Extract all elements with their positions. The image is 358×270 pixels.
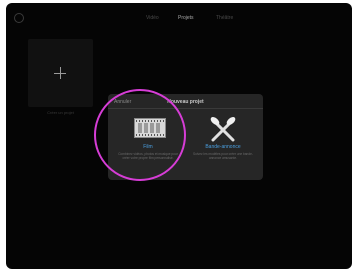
new-project-dialog: Annuler Nouveau projet Film Combinez vid… — [108, 94, 263, 180]
clapper-icon — [210, 117, 236, 142]
film-option-label: Film — [143, 144, 153, 150]
film-option[interactable]: Film Combinez vidéos, photos et musique … — [112, 112, 184, 176]
new-project-caption: Créer un projet — [47, 110, 74, 115]
tab-projects[interactable]: Projets — [178, 15, 194, 21]
tab-theater[interactable]: Théâtre — [216, 15, 233, 21]
divider — [108, 108, 263, 109]
film-option-description: Combinez vidéos, photos et musique pour … — [118, 152, 178, 161]
trailer-option-label: Bande-annonce — [205, 144, 241, 150]
dialog-title: Nouveau projet — [167, 99, 204, 105]
trailer-option[interactable]: Bande-annonce Suivez les modèles pour cr… — [187, 112, 259, 176]
top-bar: Vidéo Projets Théâtre — [6, 3, 352, 31]
settings-icon[interactable] — [14, 13, 24, 23]
new-project-tile[interactable] — [28, 39, 93, 107]
plus-icon — [28, 39, 93, 107]
trailer-option-description: Suivez les modèles pour créer une bande-… — [193, 152, 253, 161]
tab-video[interactable]: Vidéo — [146, 15, 159, 21]
film-strip-icon — [134, 118, 166, 138]
